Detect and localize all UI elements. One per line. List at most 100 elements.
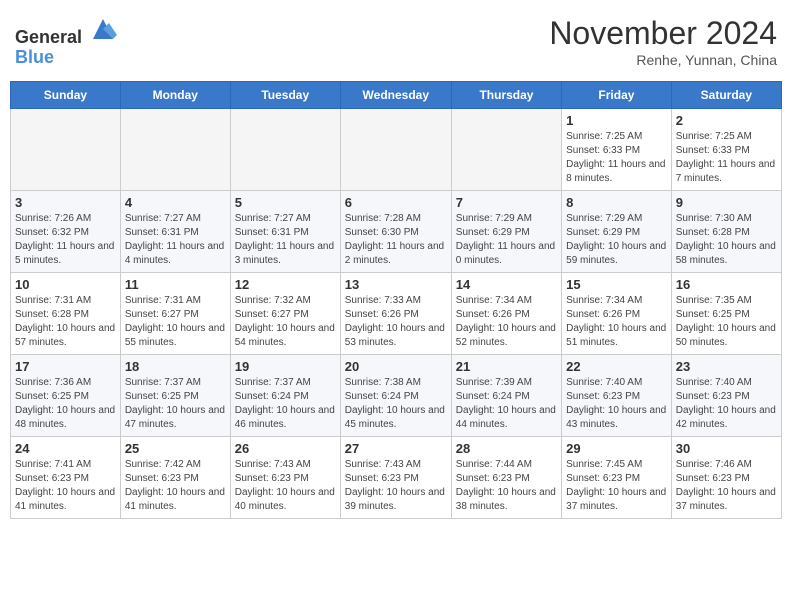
day-info: Sunrise: 7:43 AM Sunset: 6:23 PM Dayligh… [345,458,447,514]
day-number: 11 [125,277,226,292]
calendar-cell: 1 Sunrise: 7:25 AM Sunset: 6:33 PM Daylig… [562,109,672,191]
calendar-cell: 27 Sunrise: 7:43 AM Sunset: 6:23 PM Dayli… [340,437,451,519]
calendar-cell: 8 Sunrise: 7:29 AM Sunset: 6:29 PM Daylig… [562,191,672,273]
calendar-cell: 21 Sunrise: 7:39 AM Sunset: 6:24 PM Dayli… [451,355,561,437]
week-row-4: 17 Sunrise: 7:36 AM Sunset: 6:25 PM Dayli… [11,355,782,437]
day-number: 4 [125,195,226,210]
day-number: 5 [235,195,336,210]
calendar-cell [11,109,121,191]
day-number: 15 [566,277,667,292]
calendar-cell: 3 Sunrise: 7:26 AM Sunset: 6:32 PM Daylig… [11,191,121,273]
day-info: Sunrise: 7:29 AM Sunset: 6:29 PM Dayligh… [456,212,557,268]
day-info: Sunrise: 7:43 AM Sunset: 6:23 PM Dayligh… [235,458,336,514]
calendar-cell: 20 Sunrise: 7:38 AM Sunset: 6:24 PM Dayli… [340,355,451,437]
day-info: Sunrise: 7:39 AM Sunset: 6:24 PM Dayligh… [456,376,557,432]
location: Renhe, Yunnan, China [549,52,777,68]
day-number: 17 [15,359,116,374]
calendar-cell [340,109,451,191]
calendar-cell: 15 Sunrise: 7:34 AM Sunset: 6:26 PM Dayli… [562,273,672,355]
calendar-cell: 19Sunrise: 7:37 AM Sunset: 6:24 PM Dayli… [230,355,340,437]
day-number: 25 [125,441,226,456]
logo: General Blue [15,15,117,68]
calendar-cell: 25Sunrise: 7:42 AM Sunset: 6:23 PM Dayli… [120,437,230,519]
day-info: Sunrise: 7:44 AM Sunset: 6:23 PM Dayligh… [456,458,557,514]
calendar-cell [120,109,230,191]
day-number: 23 [676,359,777,374]
col-header-wednesday: Wednesday [340,82,451,109]
day-number: 29 [566,441,667,456]
day-info: Sunrise: 7:33 AM Sunset: 6:26 PM Dayligh… [345,294,447,350]
day-info: Sunrise: 7:38 AM Sunset: 6:24 PM Dayligh… [345,376,447,432]
day-info: Sunrise: 7:31 AM Sunset: 6:27 PM Dayligh… [125,294,226,350]
calendar-cell: 10Sunrise: 7:31 AM Sunset: 6:28 PM Dayli… [11,273,121,355]
calendar-cell: 17 Sunrise: 7:36 AM Sunset: 6:25 PM Dayli… [11,355,121,437]
day-number: 20 [345,359,447,374]
month-title: November 2024 [549,15,777,52]
header-row: SundayMondayTuesdayWednesdayThursdayFrid… [11,82,782,109]
calendar-cell: 4 Sunrise: 7:27 AM Sunset: 6:31 PM Daylig… [120,191,230,273]
day-number: 22 [566,359,667,374]
day-number: 30 [676,441,777,456]
day-info: Sunrise: 7:36 AM Sunset: 6:25 PM Dayligh… [15,376,116,432]
calendar-cell [230,109,340,191]
day-info: Sunrise: 7:27 AM Sunset: 6:31 PM Dayligh… [235,212,336,268]
logo-icon [89,15,117,43]
page-header: General Blue November 2024 Renhe, Yunnan… [10,10,782,73]
col-header-sunday: Sunday [11,82,121,109]
day-info: Sunrise: 7:40 AM Sunset: 6:23 PM Dayligh… [566,376,667,432]
day-info: Sunrise: 7:40 AM Sunset: 6:23 PM Dayligh… [676,376,777,432]
calendar-cell: 24Sunrise: 7:41 AM Sunset: 6:23 PM Dayli… [11,437,121,519]
day-number: 3 [15,195,116,210]
day-number: 2 [676,113,777,128]
calendar-cell: 29 Sunrise: 7:45 AM Sunset: 6:23 PM Dayli… [562,437,672,519]
col-header-friday: Friday [562,82,672,109]
day-number: 18 [125,359,226,374]
day-number: 1 [566,113,667,128]
col-header-tuesday: Tuesday [230,82,340,109]
calendar-cell: 13 Sunrise: 7:33 AM Sunset: 6:26 PM Dayli… [340,273,451,355]
calendar-cell: 30Sunrise: 7:46 AM Sunset: 6:23 PM Dayli… [671,437,781,519]
day-number: 13 [345,277,447,292]
logo-line1: General [15,15,117,48]
day-number: 8 [566,195,667,210]
calendar-cell: 22 Sunrise: 7:40 AM Sunset: 6:23 PM Dayli… [562,355,672,437]
day-info: Sunrise: 7:25 AM Sunset: 6:33 PM Dayligh… [566,130,667,186]
logo-general: General [15,27,82,47]
day-number: 28 [456,441,557,456]
week-row-5: 24Sunrise: 7:41 AM Sunset: 6:23 PM Dayli… [11,437,782,519]
day-number: 9 [676,195,777,210]
day-number: 24 [15,441,116,456]
day-info: Sunrise: 7:31 AM Sunset: 6:28 PM Dayligh… [15,294,116,350]
col-header-monday: Monday [120,82,230,109]
day-number: 14 [456,277,557,292]
day-info: Sunrise: 7:27 AM Sunset: 6:31 PM Dayligh… [125,212,226,268]
day-info: Sunrise: 7:26 AM Sunset: 6:32 PM Dayligh… [15,212,116,268]
day-info: Sunrise: 7:32 AM Sunset: 6:27 PM Dayligh… [235,294,336,350]
calendar-cell: 14Sunrise: 7:34 AM Sunset: 6:26 PM Dayli… [451,273,561,355]
week-row-2: 3 Sunrise: 7:26 AM Sunset: 6:32 PM Daylig… [11,191,782,273]
day-info: Sunrise: 7:37 AM Sunset: 6:25 PM Dayligh… [125,376,226,432]
day-info: Sunrise: 7:30 AM Sunset: 6:28 PM Dayligh… [676,212,777,268]
calendar-cell: 5 Sunrise: 7:27 AM Sunset: 6:31 PM Daylig… [230,191,340,273]
day-info: Sunrise: 7:29 AM Sunset: 6:29 PM Dayligh… [566,212,667,268]
calendar-cell: 9 Sunrise: 7:30 AM Sunset: 6:28 PM Daylig… [671,191,781,273]
day-number: 21 [456,359,557,374]
week-row-3: 10Sunrise: 7:31 AM Sunset: 6:28 PM Dayli… [11,273,782,355]
day-info: Sunrise: 7:28 AM Sunset: 6:30 PM Dayligh… [345,212,447,268]
calendar-cell: 6 Sunrise: 7:28 AM Sunset: 6:30 PM Daylig… [340,191,451,273]
day-number: 27 [345,441,447,456]
calendar-cell: 12 Sunrise: 7:32 AM Sunset: 6:27 PM Dayli… [230,273,340,355]
day-info: Sunrise: 7:34 AM Sunset: 6:26 PM Dayligh… [566,294,667,350]
calendar-cell: 28 Sunrise: 7:44 AM Sunset: 6:23 PM Dayli… [451,437,561,519]
day-info: Sunrise: 7:35 AM Sunset: 6:25 PM Dayligh… [676,294,777,350]
calendar-table: SundayMondayTuesdayWednesdayThursdayFrid… [10,81,782,519]
day-number: 19 [235,359,336,374]
day-number: 6 [345,195,447,210]
calendar-cell: 16 Sunrise: 7:35 AM Sunset: 6:25 PM Dayli… [671,273,781,355]
day-info: Sunrise: 7:45 AM Sunset: 6:23 PM Dayligh… [566,458,667,514]
day-number: 16 [676,277,777,292]
day-info: Sunrise: 7:25 AM Sunset: 6:33 PM Dayligh… [676,130,777,186]
calendar-cell: 7Sunrise: 7:29 AM Sunset: 6:29 PM Daylig… [451,191,561,273]
col-header-thursday: Thursday [451,82,561,109]
day-number: 12 [235,277,336,292]
